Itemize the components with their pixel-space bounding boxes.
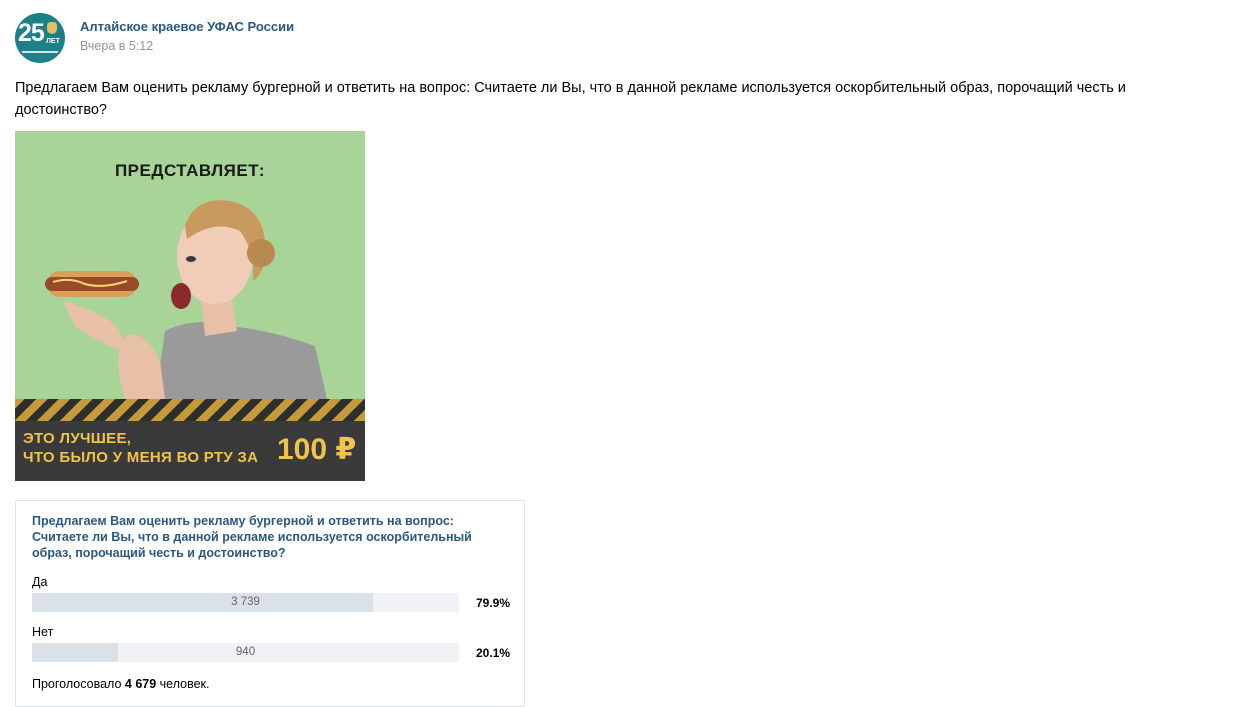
poll-option-percent-yes: 79.9% [476,596,511,610]
post-text: Предлагаем Вам оценить рекламу бургерной… [15,80,1126,118]
poll: Предлагаем Вам оценить рекламу бургерной… [15,500,525,707]
avatar-sub: ЛЕТ [46,38,60,45]
caution-stripes [15,399,365,421]
ad-bottom-band: ЭТО ЛУЧШЕЕ, ЧТО БЫЛО У МЕНЯ ВО РТУ ЗА 10… [15,421,365,481]
poll-total: Проголосовало 4 679 человек. [32,677,210,691]
poll-option-count-no: 940 [235,646,256,658]
author-link[interactable]: Алтайское краевое УФАС России [80,19,294,35]
poll-total-suffix: человек. [159,677,210,691]
avatar-number: 25 [18,19,45,47]
emblem-icon [47,22,57,34]
poll-total-count: 4 679 [124,677,157,691]
poll-option-bar-yes[interactable]: 3 739 [32,593,459,612]
poll-option-count-yes: 3 739 [231,596,260,608]
poll-question: Предлагаем Вам оценить рекламу бургерной… [32,514,472,560]
post-date[interactable]: Вчера в 5:12 [80,38,294,54]
post-header: 25 ЛЕТ Алтайское краевое УФАС России Вче… [15,13,294,63]
ad-top-text: ПРЕДСТАВЛЯЕТ: [114,161,266,180]
poll-option-bar-no[interactable]: 940 [32,643,459,662]
ad-price: 100 ₽ [277,433,357,466]
poll-option-percent-no: 20.1% [476,646,511,660]
poll-option-label-no: Нет [32,625,54,639]
ad-slogan-line1: ЭТО ЛУЧШЕЕ, [23,430,132,447]
avatar-divider [22,51,58,53]
avatar[interactable]: 25 ЛЕТ [15,13,65,63]
ad-slogan-line2: ЧТО БЫЛО У МЕНЯ ВО РТУ ЗА [23,449,259,466]
post-meta: Алтайское краевое УФАС России Вчера в 5:… [80,13,294,54]
poll-option-label-yes: Да [32,575,48,589]
poll-total-prefix: Проголосовало [32,677,122,691]
ad-image[interactable]: ПРЕДСТАВЛЯЕТ: ЭТО ЛУЧШЕЕ, ЧТО БЫЛО У МЕН… [15,131,365,481]
